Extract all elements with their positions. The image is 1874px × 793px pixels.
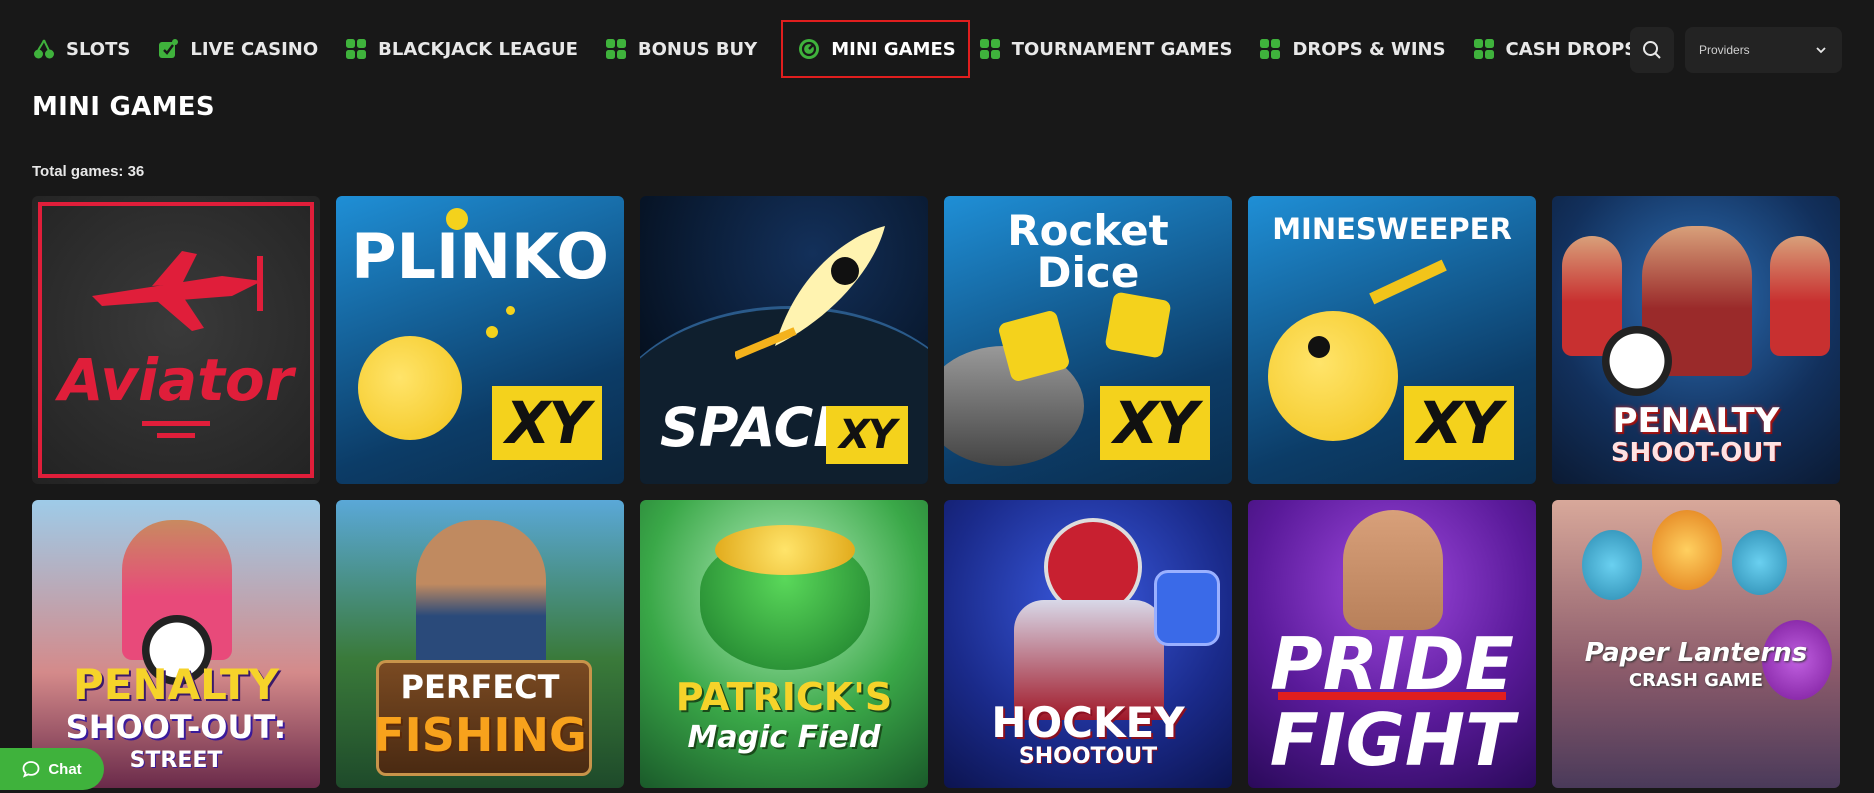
game-title-line1: HOCKEY — [991, 698, 1185, 747]
nav-item-slots[interactable]: SLOTS — [30, 20, 148, 78]
game-title-line2: Dice — [1036, 248, 1140, 297]
lantern-graphic — [1582, 530, 1642, 600]
game-title-line2: SHOOT-OUT: — [65, 708, 287, 746]
game-tile-perfect-fishing[interactable]: PERFECT FISHING — [336, 500, 624, 788]
game-title: SPACE — [660, 396, 851, 459]
nav-item-drops-wins[interactable]: DROPS & WINS — [1256, 20, 1463, 78]
grid-icon — [1473, 39, 1494, 59]
plane-icon — [92, 251, 263, 331]
nav-item-label: BONUS BUY — [637, 38, 758, 60]
game-grid: Aviator PLINKO XY SPACE XY Rocket Dice X… — [32, 196, 1840, 788]
game-title-line1: PERFECT — [400, 668, 560, 706]
game-tile-space-xy[interactable]: SPACE XY — [640, 196, 928, 484]
nav-item-bonus-buy[interactable]: BONUS BUY — [602, 20, 775, 78]
game-title: MINESWEEPER — [1272, 212, 1512, 246]
chat-button[interactable]: Chat — [0, 748, 104, 790]
game-title-line1: Paper Lanterns — [1584, 638, 1808, 668]
game-title-line2: CRASH GAME — [1628, 670, 1764, 691]
game-title-line2: SHOOTOUT — [1018, 744, 1158, 769]
nav-item-label: CASH DROPS — [1505, 38, 1638, 60]
game-title-line2: SHOOT-OUT — [1610, 438, 1782, 468]
ball-graphic — [358, 336, 462, 440]
mini-games-icon — [799, 39, 820, 59]
grid-icon — [346, 39, 367, 59]
category-nav: SLOTS LIVE CASINO BLACKJACK LEAGUE BONUS… — [30, 18, 1661, 80]
game-tile-aviator[interactable]: Aviator — [32, 196, 320, 484]
xy-badge: XY — [1404, 386, 1514, 460]
grid-icon — [979, 39, 1000, 59]
nav-item-blackjack-league[interactable]: BLACKJACK LEAGUE — [342, 20, 596, 78]
cherry-icon — [34, 39, 54, 59]
nav-item-label: SLOTS — [66, 38, 131, 60]
providers-dropdown[interactable]: Providers — [1685, 27, 1842, 73]
game-tile-paper-lanterns[interactable]: Paper Lanterns CRASH GAME — [1552, 500, 1840, 788]
nav-item-label: BLACKJACK LEAGUE — [378, 38, 578, 60]
page-title: MINI GAMES — [32, 92, 215, 122]
game-title-line2: Magic Field — [687, 720, 881, 755]
rocket-icon — [735, 226, 885, 360]
game-tile-patricks-magic-field[interactable]: PATRICK'S Magic Field — [640, 500, 928, 788]
search-icon — [1643, 41, 1661, 59]
game-tile-minesweeper[interactable]: MINESWEEPER XY — [1248, 196, 1536, 484]
xy-badge: XY — [1100, 386, 1210, 460]
nav-item-live-casino[interactable]: LIVE CASINO — [154, 20, 336, 78]
game-tile-penalty-shootout-street[interactable]: PENALTY SHOOT-OUT: STREET — [32, 500, 320, 788]
game-tile-pride-fight[interactable]: PRIDE FIGHT — [1248, 500, 1536, 788]
chat-bubble-icon — [22, 761, 40, 778]
bomb-graphic — [1268, 311, 1398, 441]
game-tile-hockey-shootout[interactable]: HOCKEY SHOOTOUT — [944, 500, 1232, 788]
game-title-line1: PENALTY — [1612, 401, 1780, 441]
chip-icon — [159, 39, 179, 58]
game-title: PLINKO — [351, 220, 609, 293]
providers-label: Providers — [1699, 43, 1750, 57]
lantern-graphic — [1732, 530, 1787, 595]
lantern-graphic — [1652, 510, 1722, 590]
total-games-count: Total games: 36 — [32, 163, 145, 180]
game-tile-rocket-dice[interactable]: Rocket Dice XY — [944, 196, 1232, 484]
nav-item-label: DROPS & WINS — [1292, 38, 1446, 60]
nav-item-mini-games[interactable]: MINI GAMES — [781, 20, 970, 78]
search-button[interactable] — [1630, 27, 1674, 73]
chat-label: Chat — [48, 760, 82, 778]
nav-item-cash-drops[interactable]: CASH DROPS — [1470, 20, 1656, 78]
nav-item-label: MINI GAMES — [831, 38, 956, 60]
game-tile-penalty-shootout[interactable]: PENALTY SHOOT-OUT — [1552, 196, 1840, 484]
dice-graphic — [1104, 291, 1172, 359]
game-title-line1: PATRICK'S — [675, 675, 893, 719]
grid-icon — [605, 39, 626, 59]
game-title-line2: FIGHT — [1269, 698, 1515, 782]
xy-badge: XY — [826, 406, 908, 464]
chevron-down-icon — [1816, 47, 1826, 54]
nav-item-label: LIVE CASINO — [190, 38, 319, 60]
game-title: Aviator — [58, 346, 294, 414]
nav-item-label: TOURNAMENT GAMES — [1011, 38, 1233, 60]
xy-badge: XY — [492, 386, 602, 460]
game-title-line1: PENALTY — [72, 660, 279, 709]
nav-item-tournament-games[interactable]: TOURNAMENT GAMES — [976, 20, 1251, 78]
ball-graphic — [1602, 326, 1672, 396]
grid-icon — [1260, 39, 1281, 59]
game-tile-plinko[interactable]: PLINKO XY — [336, 196, 624, 484]
game-title-line2: FISHING — [373, 708, 587, 762]
